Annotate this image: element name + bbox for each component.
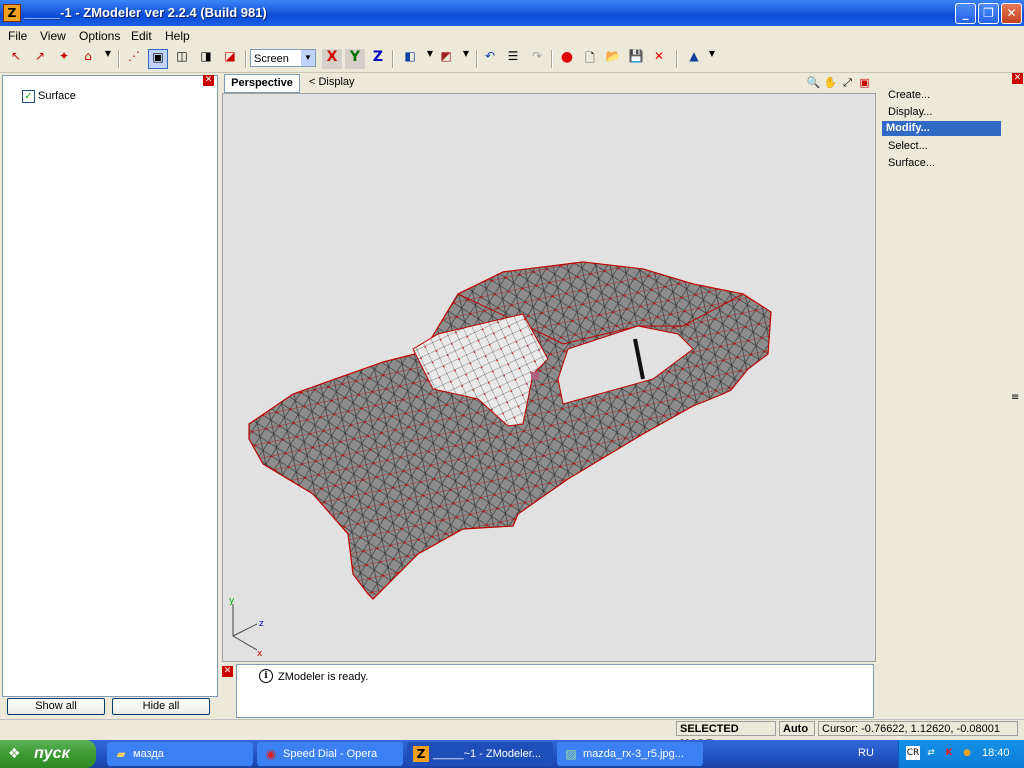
cone-icon[interactable]: ▲ (684, 49, 704, 69)
box-red-icon[interactable]: ◪ (220, 49, 240, 69)
menu-help[interactable]: Help (165, 29, 190, 43)
task-image-viewer[interactable]: ▨ mazda_rx-3_r5.jpg... (557, 742, 703, 766)
toolbar: ↖ ↗ ✦ ⌂ ▼ ⋰ ▣ ◫ ◨ ◪ Screen ▼ X Y Z ◧ ▼ ◩… (0, 46, 1024, 73)
zmodeler-icon: Z (413, 746, 429, 762)
kaspersky-tray-icon[interactable]: K (942, 746, 956, 760)
menu-file[interactable]: File (8, 29, 27, 43)
info-icon: i (259, 669, 273, 683)
viewport-tab-perspective[interactable]: Perspective (224, 74, 300, 93)
pivot-marker (531, 372, 539, 380)
app-tray-icon[interactable]: ● (960, 746, 974, 760)
axis-y-label: y (229, 596, 235, 606)
command-display[interactable]: Display... (888, 106, 932, 118)
axis-z-label: z (259, 619, 264, 629)
panel-resize-grip-icon[interactable]: ≡ (1011, 392, 1019, 403)
toolbar-separator (676, 50, 678, 68)
toolbar-separator (392, 50, 394, 68)
clock[interactable]: 18:40 (982, 747, 1010, 759)
task-label: Speed Dial - Opera (283, 748, 378, 760)
coord-mode-value: Screen (254, 53, 289, 65)
cr-tray-icon[interactable]: CR (906, 746, 920, 760)
cursor-coordinates: Cursor: -0.76622, 1.12620, -0.08001 (818, 721, 1018, 736)
menu-bar: File View Options Edit Help (0, 26, 1024, 45)
zoom-extents-icon[interactable]: ⤢ (840, 75, 855, 90)
open-folder-icon[interactable]: 📂 (603, 49, 623, 69)
toolbar-separator (245, 50, 247, 68)
window-title: _____-1 - ZModeler ver 2.2.4 (Build 981) (24, 5, 267, 20)
hide-all-button[interactable]: Hide all (112, 698, 210, 715)
chevron-down-icon[interactable]: ▼ (301, 50, 315, 66)
chevron-down-icon[interactable]: ▼ (98, 49, 118, 69)
close-icon[interactable]: ✕ (1012, 73, 1023, 84)
task-zmodeler[interactable]: Z _____~1 - ZModeler... (407, 742, 553, 766)
new-file-icon[interactable]: 🗋 (580, 49, 600, 69)
chevron-down-icon[interactable]: ▼ (456, 49, 476, 69)
toolbar-separator (551, 50, 553, 68)
pan-hand-icon[interactable]: ✋ (823, 75, 838, 90)
export-icon[interactable]: ◩ (436, 49, 456, 69)
tree-item-surface[interactable]: Surface (38, 90, 76, 102)
import-icon[interactable]: ◧ (400, 49, 420, 69)
log-message: ZModeler is ready. (278, 671, 369, 683)
delete-icon[interactable]: ✕ (649, 49, 669, 69)
face-mode-icon[interactable]: ▣ (148, 49, 168, 69)
close-icon[interactable]: ✕ (203, 75, 214, 86)
undo-list-icon[interactable]: ☰ (503, 49, 523, 69)
menu-view[interactable]: View (40, 29, 66, 43)
snap-status: Auto (779, 721, 815, 736)
object-tree-panel[interactable] (2, 75, 218, 697)
pose-tool-icon[interactable]: ✦ (54, 49, 74, 69)
axis-x-toggle[interactable]: X (322, 49, 342, 69)
minimize-button[interactable]: _ (955, 3, 976, 24)
close-icon[interactable]: ✕ (222, 666, 233, 677)
save-icon[interactable]: 💾 (626, 49, 646, 69)
cube-mode-icon[interactable]: ◨ (196, 49, 216, 69)
language-indicator[interactable]: RU (858, 747, 874, 759)
select-tool-icon[interactable]: ↖ (6, 49, 26, 69)
brush-tool-icon[interactable]: ⌂ (78, 49, 98, 69)
coord-mode-select[interactable]: Screen ▼ (250, 49, 316, 67)
toolbar-separator (476, 50, 478, 68)
maximize-viewport-icon[interactable]: ▣ (857, 75, 872, 90)
task-label: _____~1 - ZModeler... (433, 748, 541, 760)
car-mesh[interactable]: y z x (223, 94, 875, 661)
undo-icon[interactable]: ↶ (480, 49, 500, 69)
command-create[interactable]: Create... (888, 89, 930, 101)
axis-x-label: x (257, 649, 263, 659)
task-label: mazda_rx-3_r5.jpg... (583, 748, 684, 760)
move-tool-icon[interactable]: ↗ (30, 49, 50, 69)
image-icon: ▨ (565, 747, 577, 761)
command-select[interactable]: Select... (888, 140, 928, 152)
vertex-mode-icon[interactable]: ⋰ (124, 49, 144, 69)
surface-visibility-checkbox[interactable]: ✓ (22, 90, 35, 103)
axis-y-toggle[interactable]: Y (345, 49, 365, 69)
windows-logo-icon: ❖ (8, 746, 21, 762)
show-all-button[interactable]: Show all (7, 698, 105, 715)
close-button[interactable]: ✕ (1001, 3, 1022, 24)
selection-mode-status: SELECTED MODE (676, 721, 776, 750)
redo-icon[interactable]: ↷ (527, 49, 547, 69)
zoom-icon[interactable]: 🔍 (806, 75, 821, 90)
task-label: мазда (133, 748, 164, 760)
render-sphere-icon[interactable]: ● (557, 49, 577, 69)
command-modify-selected[interactable]: Modify... (882, 121, 1001, 136)
task-opera[interactable]: ◉ Speed Dial - Opera (257, 742, 403, 766)
axis-z-toggle[interactable]: Z (368, 49, 388, 69)
network-tray-icon[interactable]: ⇄ (924, 746, 938, 760)
axis-gizmo: y z x (229, 596, 264, 659)
menu-edit[interactable]: Edit (131, 29, 152, 43)
opera-icon: ◉ (265, 747, 277, 761)
maximize-button[interactable]: ❐ (978, 3, 999, 24)
chevron-down-icon[interactable]: ▼ (702, 49, 722, 69)
menu-options[interactable]: Options (79, 29, 120, 43)
toolbar-separator (118, 50, 120, 68)
viewport-display-menu[interactable]: < Display (309, 76, 355, 88)
zmodeler-app-icon[interactable]: Z (3, 4, 21, 22)
task-folder[interactable]: ▰ мазда (107, 742, 253, 766)
command-surface[interactable]: Surface... (888, 157, 935, 169)
object-mode-icon[interactable]: ◫ (172, 49, 192, 69)
command-panel: Create... Display... Select... Surface..… (878, 73, 1014, 713)
folder-icon: ▰ (116, 747, 126, 761)
perspective-viewport[interactable]: y z x (222, 93, 876, 662)
